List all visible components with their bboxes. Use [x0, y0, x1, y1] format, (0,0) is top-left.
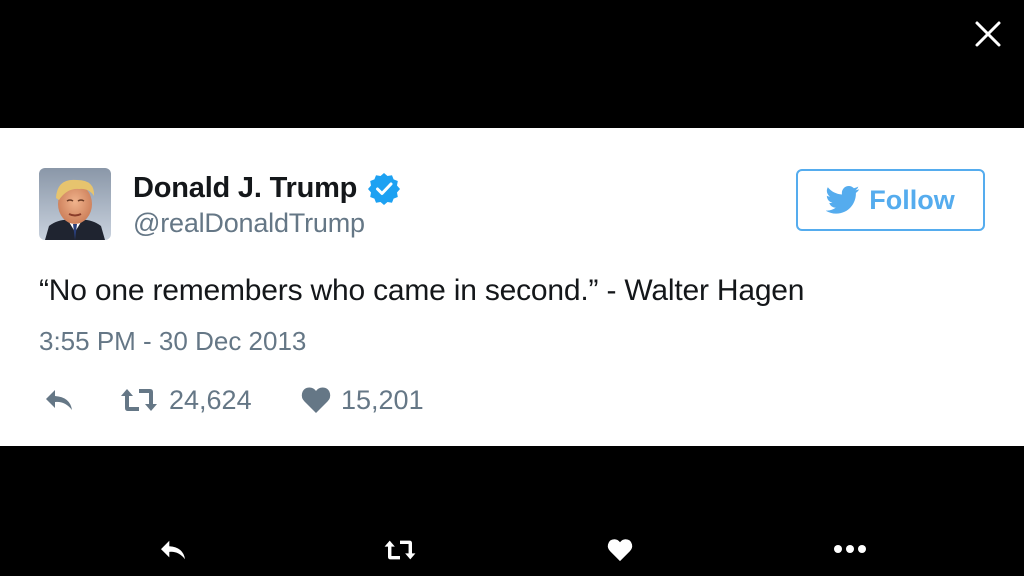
reply-icon [161, 540, 185, 560]
tweet-text: “No one remembers who came in second.” -… [39, 274, 805, 307]
follow-button[interactable]: Follow [796, 169, 985, 231]
like-count: 15,201 [341, 384, 424, 415]
retweet-count: 24,624 [169, 384, 252, 415]
heart-icon [301, 387, 331, 413]
close-button[interactable] [972, 18, 1004, 50]
toolbar-like-button[interactable] [607, 538, 633, 567]
reply-button[interactable] [43, 380, 75, 420]
retweet-icon [384, 540, 416, 560]
like-button[interactable]: 15,201 [301, 380, 424, 420]
media-viewer: Donald J. Trump @realDonaldTrump Follow … [0, 0, 1024, 576]
retweet-icon [121, 389, 157, 411]
verified-badge-icon [368, 173, 401, 205]
toolbar-retweet-button[interactable] [382, 538, 418, 567]
avatar[interactable] [39, 168, 111, 240]
heart-icon [607, 539, 633, 562]
close-icon [975, 21, 1001, 47]
tweet-author: Donald J. Trump @realDonaldTrump [133, 170, 401, 239]
twitter-bird-icon [826, 185, 860, 214]
toolbar-more-button[interactable] [833, 542, 867, 561]
tweet-card: Donald J. Trump @realDonaldTrump Follow … [0, 128, 1024, 446]
display-name[interactable]: Donald J. Trump [133, 172, 357, 205]
retweet-button[interactable]: 24,624 [119, 380, 252, 420]
toolbar-reply-button[interactable] [158, 538, 188, 567]
more-icon [834, 545, 866, 553]
reply-icon [46, 390, 72, 410]
tweet-timestamp[interactable]: 3:55 PM - 30 Dec 2013 [39, 326, 306, 357]
handle[interactable]: @realDonaldTrump [133, 208, 401, 239]
tweet-actions: 24,624 15,201 [39, 380, 539, 420]
viewer-toolbar [0, 530, 1024, 576]
follow-label: Follow [869, 184, 955, 215]
name-row: Donald J. Trump [133, 170, 401, 206]
